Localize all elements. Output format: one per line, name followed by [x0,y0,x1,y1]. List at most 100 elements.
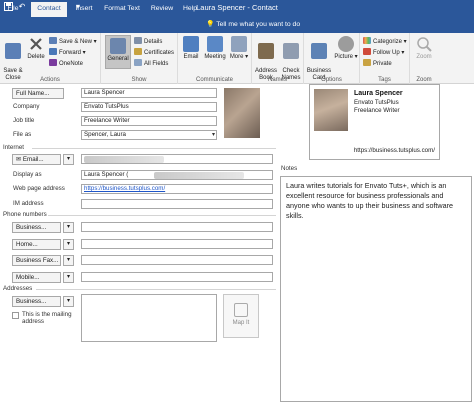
details-icon [134,37,142,44]
flag-icon [363,48,371,55]
forward-icon [49,48,57,55]
lock-icon [363,59,371,66]
group-label-names: Names [267,77,287,83]
internet-section-label: Internet [3,144,24,151]
job-title-label: Job title [13,117,35,124]
phone-mobile-dropdown[interactable]: ▾ [63,272,74,283]
card-url: https://business.tutsplus.com/ [353,147,435,154]
tell-me-box[interactable]: 💡 Tell me what you want to do [206,18,300,31]
contact-photo[interactable] [224,88,260,138]
map-it-label: Map It [232,320,250,326]
chevron-down-icon: ▾ [66,224,70,230]
phone-mobile-field[interactable] [81,272,273,282]
general-button[interactable]: General [105,35,131,69]
mailing-address-checkbox[interactable] [12,312,19,319]
phone-home-dropdown[interactable]: ▾ [63,239,74,250]
ribbon: Save & Close Delete Save & New ▾ Forward… [0,33,474,84]
meeting-label: Meeting [204,54,226,60]
tab-format-text[interactable]: Format Text [102,2,142,17]
save-close-button[interactable]: Save & Close [2,36,24,82]
im-address-label: IM address [13,200,44,207]
card-title: Freelance Writer [354,107,400,114]
save-new-button[interactable]: Save & New ▾ [49,37,97,46]
all-fields-button[interactable]: All Fields [134,59,168,68]
certificates-button[interactable]: Certificates [134,48,174,57]
email-type-label: Email... [22,156,44,163]
group-label-tags: Tags [378,77,391,83]
display-as-field[interactable]: Laura Spencer ( [81,170,273,180]
tab-insert[interactable]: Insert [71,2,97,17]
display-as-redacted [154,172,244,179]
categorize-button[interactable]: Categorize ▾ [363,37,407,46]
web-page-field[interactable]: https://business.tutsplus.com/ [81,184,273,194]
address-type-dropdown[interactable]: ▾ [63,296,74,307]
company-field[interactable]: Envato TutsPlus [81,102,217,112]
tell-me-text: Tell me what you want to do [216,21,301,28]
onenote-label: OneNote [59,61,84,67]
address-field[interactable] [81,294,217,342]
details-button[interactable]: Details [134,37,162,46]
job-title-field[interactable]: Freelance Writer [81,116,217,126]
im-address-field[interactable] [81,199,273,209]
phone-business-dropdown[interactable]: ▾ [63,222,74,233]
forward-label: Forward [59,50,82,56]
email-label: Email [183,54,199,60]
email-button[interactable]: Email [181,36,201,61]
map-it-button[interactable]: Map It [223,294,259,338]
check-names-button[interactable]: Check Names [279,36,303,82]
follow-up-button[interactable]: Follow Up ▾ [363,48,404,57]
onenote-button[interactable]: OneNote [49,59,83,68]
mailing-address-label: This is the mailing address [22,311,72,325]
web-page-label: Web page address [13,185,65,192]
business-card-preview[interactable]: Laura Spencer Envato TutsPlus Freelance … [309,84,440,160]
phone-business-button[interactable]: Business... [12,222,61,233]
meeting-button[interactable]: Meeting [202,36,228,61]
tab-help[interactable]: Help [180,2,200,17]
phone-fax-field[interactable] [81,255,273,265]
magnifier-icon [416,36,432,52]
notes-label: Notes [281,165,298,172]
phone-fax-dropdown[interactable]: ▾ [63,255,74,266]
chevron-down-icon: ▾ [211,132,215,138]
notes-field[interactable]: Laura writes tutorials for Envato Tuts+,… [280,176,472,402]
picture-button[interactable]: Picture ▾ [333,36,359,61]
zoom-button[interactable]: Zoom [413,36,435,61]
group-show: General Details Certificates All Fields … [101,33,178,84]
tab-file[interactable]: File [2,2,24,17]
phone-business-field[interactable] [81,222,273,232]
full-name-field[interactable]: Laura Spencer [81,88,217,98]
company-label: Company [13,103,40,110]
email-field[interactable] [81,154,273,164]
internet-divider [32,148,276,149]
address-type-button[interactable]: Business... [12,296,61,307]
chevron-down-icon: ▾ [66,274,70,280]
address-book-icon [258,43,274,59]
display-as-value: Laura Spencer ( [84,171,129,178]
phone-home-field[interactable] [81,239,273,249]
addresses-divider [36,289,276,290]
phone-home-button[interactable]: Home... [12,239,61,250]
email-type-button[interactable]: ✉ Email... [12,154,61,165]
phone-mobile-button[interactable]: Mobile... [12,272,61,283]
phone-fax-button[interactable]: Business Fax... [12,255,61,266]
card-name: Laura Spencer [354,90,403,97]
delete-button[interactable]: Delete [25,36,47,61]
business-card-button[interactable]: Business Card [306,36,332,82]
group-label-zoom: Zoom [416,77,432,83]
full-name-button[interactable]: Full Name... [12,88,64,99]
private-button[interactable]: Private [363,59,392,68]
email-dropdown[interactable]: ▾ [63,154,74,165]
picture-label: Picture [334,54,353,60]
save-new-label: Save & New [59,39,93,45]
forward-button[interactable]: Forward ▾ [49,48,86,57]
onenote-icon [49,59,57,66]
more-button[interactable]: More ▾ [229,36,249,61]
group-options: Business Card Picture ▾ Options [304,33,360,84]
certificates-label: Certificates [144,50,175,56]
file-as-combo[interactable]: Spencer, Laura ▾ [81,130,217,140]
address-book-button[interactable]: Address Book [254,36,278,82]
tab-review[interactable]: Review [148,2,176,17]
addresses-section-label: Addresses [3,285,33,292]
tab-contact[interactable]: Contact [31,2,67,17]
envelope-icon [183,36,199,52]
